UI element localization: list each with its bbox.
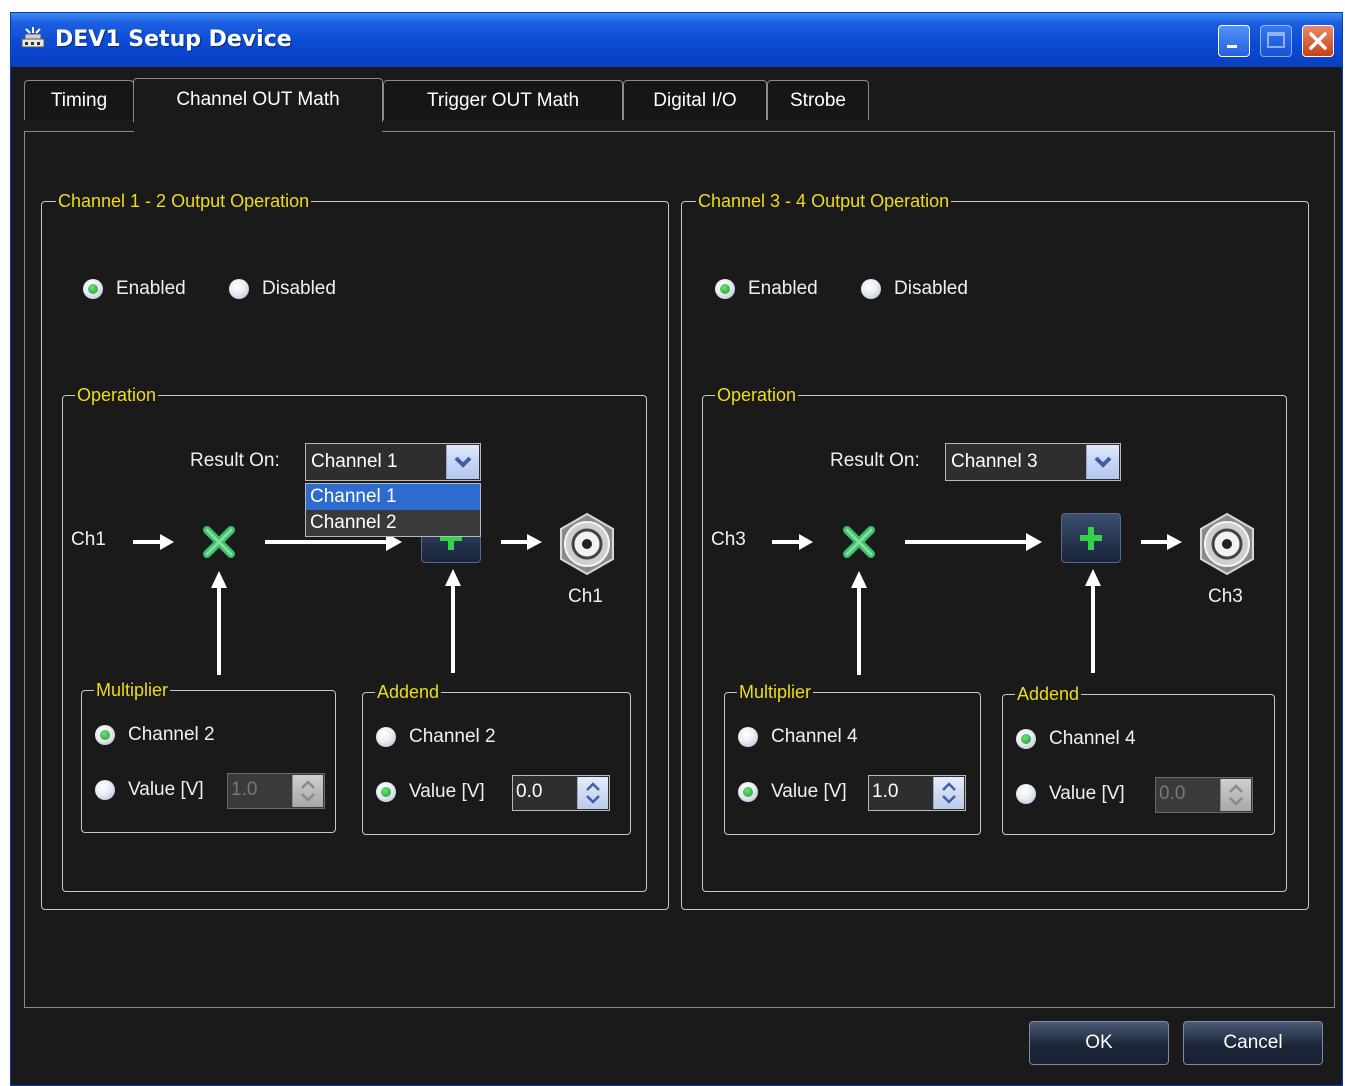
right-addend-value-radio[interactable] — [1016, 784, 1036, 804]
plus-icon — [1080, 527, 1102, 550]
right-disabled-label: Disabled — [894, 278, 968, 299]
right-disabled-radio[interactable] — [861, 279, 881, 299]
chevron-down-icon — [1094, 456, 1112, 468]
right-addend-title: Addend — [1015, 683, 1082, 705]
left-multiplier-value-label: Value [V] — [128, 779, 204, 800]
right-multiplier-channel-radio[interactable] — [738, 727, 758, 747]
spin-arrows-icon — [301, 780, 315, 802]
right-addend-value-label: Value [V] — [1049, 783, 1125, 804]
left-addend-spin-button[interactable] — [577, 777, 608, 809]
left-output-label: Ch1 — [568, 586, 603, 607]
bnc-connector-icon — [560, 512, 614, 576]
spin-arrows-icon — [942, 782, 956, 804]
right-addend-channel-radio[interactable] — [1016, 729, 1036, 749]
left-multiplier-value-input[interactable]: 1.0 — [227, 773, 325, 809]
arrow-right-icon — [133, 534, 174, 550]
right-multiplier-title: Multiplier — [737, 681, 814, 703]
left-addend-value-input[interactable]: 0.0 — [512, 775, 610, 811]
left-multiplier-value: 1.0 — [231, 779, 258, 800]
right-result-on-value: Channel 3 — [951, 451, 1038, 472]
left-addend-value-radio[interactable] — [376, 782, 396, 802]
right-multiplier-value: 1.0 — [872, 781, 899, 802]
right-addend-value-input[interactable]: 0.0 — [1155, 777, 1253, 813]
left-addend-group: Addend — [362, 681, 631, 835]
right-multiplier-value-input[interactable]: 1.0 — [868, 775, 966, 811]
right-operation-title: Operation — [715, 384, 799, 406]
active-tab-joiner — [134, 130, 382, 133]
left-multiplier-title: Multiplier — [94, 679, 171, 701]
left-result-on-dropdown-list[interactable]: Channel 1 Channel 2 — [305, 483, 481, 537]
multiply-icon — [843, 526, 875, 558]
arrow-right-icon — [501, 534, 542, 550]
left-multiplier-value-radio[interactable] — [95, 780, 115, 800]
right-result-on-select[interactable]: Channel 3 — [945, 443, 1121, 481]
left-multiplier-channel-radio[interactable] — [95, 725, 115, 745]
right-addend-channel-label: Channel 4 — [1049, 728, 1136, 749]
right-output-label: Ch3 — [1208, 586, 1243, 607]
dropdown-option-channel-2[interactable]: Channel 2 — [306, 510, 480, 536]
tab-channel-out-math[interactable]: Channel OUT Math — [133, 78, 383, 122]
cancel-button[interactable]: Cancel — [1183, 1021, 1323, 1065]
right-enabled-radio[interactable] — [715, 279, 735, 299]
left-addend-channel-label: Channel 2 — [409, 726, 496, 747]
spin-arrows-icon — [1229, 784, 1243, 806]
right-addend-group: Addend — [1002, 683, 1275, 835]
multiply-icon — [203, 526, 235, 558]
right-multiplier-channel-label: Channel 4 — [771, 726, 858, 747]
arrow-up-icon — [445, 569, 461, 673]
arrow-up-icon — [211, 571, 227, 675]
right-multiplier-spin-button[interactable] — [933, 777, 964, 809]
ok-button[interactable]: OK — [1029, 1021, 1169, 1065]
channel-3-4-group-title: Channel 3 - 4 Output Operation — [696, 190, 952, 212]
bnc-connector-icon — [1200, 512, 1254, 576]
right-multiplier-value-label: Value [V] — [771, 781, 847, 802]
right-addend-value: 0.0 — [1159, 783, 1186, 804]
right-input-label: Ch3 — [711, 529, 746, 550]
right-addend-spin-button[interactable] — [1220, 779, 1251, 811]
right-multiplier-group: Multiplier — [724, 681, 981, 835]
right-add-operator — [1061, 513, 1121, 563]
left-addend-title: Addend — [375, 681, 442, 703]
spin-arrows-icon — [586, 782, 600, 804]
right-result-on-label: Result On: — [830, 450, 920, 471]
left-multiplier-group: Multiplier — [81, 679, 336, 833]
left-multiplier-channel-label: Channel 2 — [128, 724, 215, 745]
left-multiplier-spin-button[interactable] — [292, 775, 323, 807]
left-addend-value-label: Value [V] — [409, 781, 485, 802]
left-addend-channel-radio[interactable] — [376, 727, 396, 747]
right-result-on-dropdown-button[interactable] — [1086, 445, 1119, 479]
right-multiplier-value-radio[interactable] — [738, 782, 758, 802]
dropdown-option-channel-1[interactable]: Channel 1 — [306, 484, 480, 510]
left-addend-value: 0.0 — [516, 781, 543, 802]
right-enabled-label: Enabled — [748, 278, 818, 299]
